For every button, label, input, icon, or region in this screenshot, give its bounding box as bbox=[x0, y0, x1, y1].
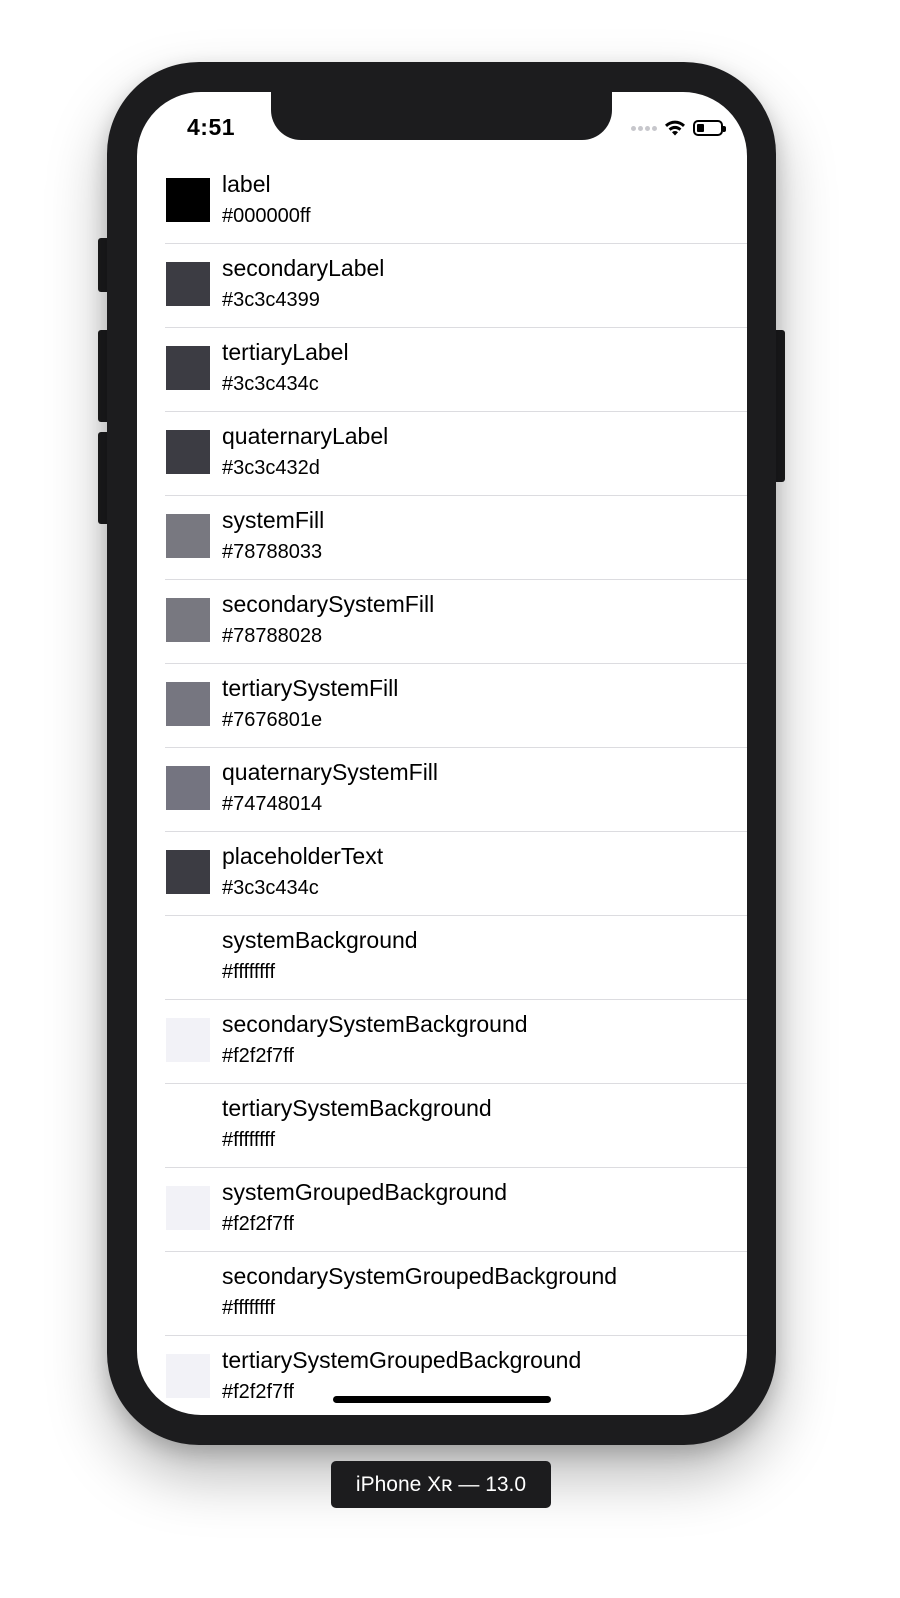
device-screen: 4:51 label #000000ff secondaryLabel #3c3c43… bbox=[137, 92, 747, 1415]
color-name: quaternaryLabel bbox=[222, 423, 389, 449]
color-hex: #f2f2f7ff bbox=[222, 1381, 294, 1403]
color-hex: #3c3c432d bbox=[222, 457, 320, 479]
color-name: tertiarySystemGroupedBackground bbox=[222, 1347, 582, 1373]
color-row[interactable]: systemBackground #ffffffff bbox=[165, 916, 747, 1000]
color-row[interactable]: placeholderText #3c3c434c bbox=[165, 832, 747, 916]
color-list[interactable]: label #000000ff secondaryLabel #3c3c4399 ter… bbox=[137, 160, 747, 1415]
color-swatch bbox=[166, 934, 210, 978]
color-name: systemFill bbox=[222, 507, 325, 533]
color-swatch bbox=[166, 850, 210, 894]
notch bbox=[271, 92, 612, 140]
color-row[interactable]: quaternaryLabel #3c3c432d bbox=[165, 412, 747, 496]
color-swatch bbox=[166, 262, 210, 306]
color-hex: #3c3c4399 bbox=[222, 289, 320, 311]
color-swatch bbox=[166, 1270, 210, 1314]
color-swatch bbox=[166, 1186, 210, 1230]
color-hex: #78788028 bbox=[222, 625, 323, 647]
signal-dots-icon bbox=[631, 125, 657, 131]
color-name: quaternarySystemFill bbox=[222, 759, 439, 785]
color-swatch bbox=[166, 1018, 210, 1062]
color-name: tertiaryLabel bbox=[222, 339, 349, 365]
color-hex: #7676801e bbox=[222, 709, 323, 731]
color-row[interactable]: secondarySystemFill #78788028 bbox=[165, 580, 747, 664]
color-row[interactable]: label #000000ff bbox=[165, 160, 747, 244]
color-row[interactable]: secondarySystemBackground #f2f2f7ff bbox=[165, 1000, 747, 1084]
color-swatch bbox=[166, 430, 210, 474]
status-icons bbox=[631, 118, 726, 138]
color-swatch bbox=[166, 766, 210, 810]
color-swatch bbox=[166, 682, 210, 726]
color-hex: #ffffffff bbox=[222, 1297, 276, 1319]
status-time: 4:51 bbox=[187, 114, 236, 140]
color-hex: #000000ff bbox=[222, 205, 311, 227]
color-swatch bbox=[166, 598, 210, 642]
color-row[interactable]: quaternarySystemFill #74748014 bbox=[165, 748, 747, 832]
color-name: label bbox=[222, 171, 271, 197]
color-row[interactable]: secondarySystemGroupedBackground #fffffff… bbox=[165, 1252, 747, 1336]
wifi-icon bbox=[665, 120, 685, 136]
color-swatch bbox=[166, 1102, 210, 1146]
color-name: secondaryLabel bbox=[222, 255, 385, 281]
color-hex: #3c3c434c bbox=[222, 877, 319, 899]
color-row[interactable]: systemGroupedBackground #f2f2f7ff bbox=[165, 1168, 747, 1252]
color-swatch bbox=[166, 514, 210, 558]
color-swatch bbox=[166, 178, 210, 222]
color-name: secondarySystemGroupedBackground bbox=[222, 1263, 618, 1289]
color-name: tertiarySystemFill bbox=[222, 675, 399, 701]
color-name: systemGroupedBackground bbox=[222, 1179, 508, 1205]
color-name: placeholderText bbox=[222, 843, 384, 869]
color-row[interactable]: secondaryLabel #3c3c4399 bbox=[165, 244, 747, 328]
color-swatch bbox=[166, 1354, 210, 1398]
color-hex: #74748014 bbox=[222, 793, 323, 815]
color-hex: #78788033 bbox=[222, 541, 323, 563]
color-row[interactable]: tertiarySystemGroupedBackground #f2f2f7ff bbox=[165, 1336, 747, 1415]
color-name: systemBackground bbox=[222, 927, 418, 953]
color-name: tertiarySystemBackground bbox=[222, 1095, 492, 1121]
color-hex: #f2f2f7ff bbox=[222, 1045, 294, 1067]
color-hex: #ffffffff bbox=[222, 1129, 276, 1151]
device-label: iPhone Xʀ — 13.0 bbox=[331, 1461, 551, 1508]
home-indicator[interactable] bbox=[333, 1396, 551, 1403]
color-row[interactable]: tertiaryLabel #3c3c434c bbox=[165, 328, 747, 412]
color-name: secondarySystemFill bbox=[222, 591, 435, 617]
color-name: secondarySystemBackground bbox=[222, 1011, 528, 1037]
color-hex: #ffffffff bbox=[222, 961, 276, 983]
color-swatch bbox=[166, 346, 210, 390]
color-row[interactable]: tertiarySystemBackground #ffffffff bbox=[165, 1084, 747, 1168]
color-hex: #3c3c434c bbox=[222, 373, 319, 395]
battery-icon bbox=[693, 120, 726, 136]
color-row[interactable]: tertiarySystemFill #7676801e bbox=[165, 664, 747, 748]
color-hex: #f2f2f7ff bbox=[222, 1213, 294, 1235]
color-row[interactable]: systemFill #78788033 bbox=[165, 496, 747, 580]
